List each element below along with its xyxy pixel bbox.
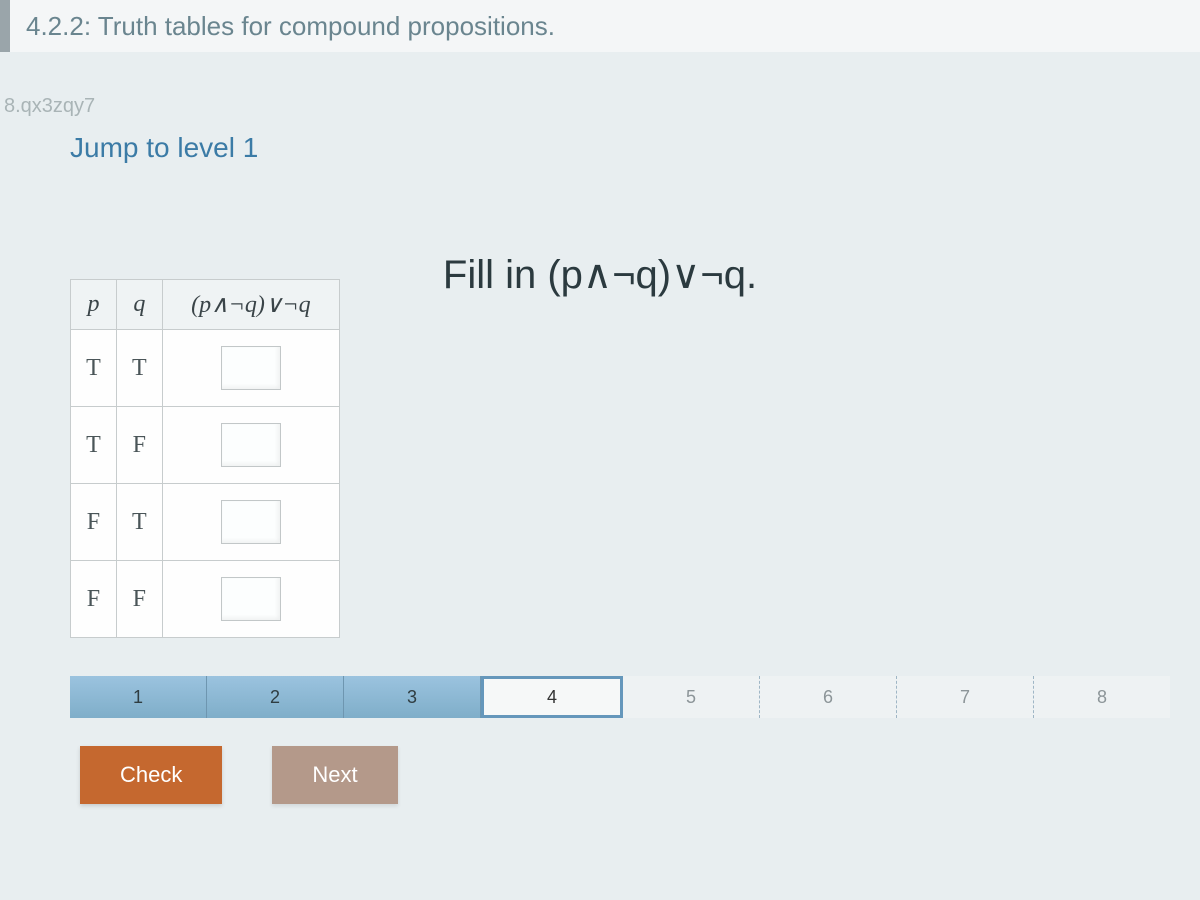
cell-ans [162, 407, 339, 484]
button-row: Check Next [70, 746, 1140, 804]
cell-ans [162, 330, 339, 407]
progress-label: 3 [407, 687, 417, 708]
progress-label: 8 [1097, 687, 1107, 708]
cell-q: T [116, 330, 162, 407]
progress-segment-1[interactable]: 1 [70, 676, 207, 718]
truth-table: p q (p∧¬q)∨¬q T T T F F T [70, 279, 340, 638]
answer-input[interactable] [221, 423, 281, 467]
cell-ans [162, 484, 339, 561]
table-row: F T [71, 484, 340, 561]
check-button[interactable]: Check [80, 746, 222, 804]
next-button[interactable]: Next [272, 746, 397, 804]
progress-segment-2[interactable]: 2 [207, 676, 344, 718]
col-header-expr: (p∧¬q)∨¬q [162, 280, 339, 330]
col-header-p: p [71, 280, 117, 330]
table-row: T F [71, 407, 340, 484]
progress-segment-6[interactable]: 6 [760, 676, 897, 718]
answer-input[interactable] [221, 346, 281, 390]
table-row: T T [71, 330, 340, 407]
cell-p: T [71, 407, 117, 484]
progress-label: 5 [686, 687, 696, 708]
progress-label: 4 [547, 687, 557, 708]
cell-p: F [71, 561, 117, 638]
progress-segment-7[interactable]: 7 [897, 676, 1034, 718]
progress-label: 1 [133, 687, 143, 708]
progress-segment-5[interactable]: 5 [623, 676, 760, 718]
progress-label: 7 [960, 687, 970, 708]
progress-label: 2 [270, 687, 280, 708]
prompt-text: Fill in (p∧¬q)∨¬q. [443, 252, 757, 298]
col-header-q: q [116, 280, 162, 330]
progress-segment-3[interactable]: 3 [344, 676, 481, 718]
cell-p: T [71, 330, 117, 407]
cell-q: F [116, 407, 162, 484]
cell-q: F [116, 561, 162, 638]
jump-to-level-link[interactable]: Jump to level 1 [70, 132, 258, 164]
progress-segment-4[interactable]: 4 [481, 676, 623, 718]
cell-ans [162, 561, 339, 638]
section-header: 4.2.2: Truth tables for compound proposi… [0, 0, 1200, 52]
answer-input[interactable] [221, 500, 281, 544]
cell-p: F [71, 484, 117, 561]
progress-label: 6 [823, 687, 833, 708]
answer-input[interactable] [221, 577, 281, 621]
level-progress: 1 2 3 4 5 6 7 8 [70, 676, 1170, 718]
progress-segment-8[interactable]: 8 [1034, 676, 1170, 718]
table-row: F F [71, 561, 340, 638]
cell-q: T [116, 484, 162, 561]
section-title: 4.2.2: Truth tables for compound proposi… [26, 11, 555, 42]
